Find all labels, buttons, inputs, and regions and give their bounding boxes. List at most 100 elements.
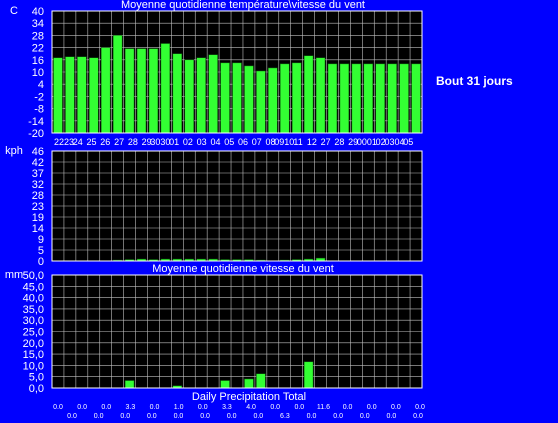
precip-value-label: 11.6 (317, 404, 330, 411)
weather-charts-canvas: 4034282216104-2-8-14-20C Moyenne quotidie… (5, 0, 425, 420)
y-tick-label: 25,0 (23, 327, 44, 339)
x-tick-label: 12 (307, 137, 317, 147)
bar (244, 65, 254, 134)
x-tick-label: 0910 (274, 137, 294, 147)
precip-value-label: 0.0 (227, 413, 237, 420)
y-axis-unit-label: kph (5, 145, 23, 157)
precip-value-label: 3.3 (222, 404, 232, 411)
precip-value-label: 6.3 (280, 413, 290, 420)
x-tick-label: 26 (100, 137, 110, 147)
x-tick-label: 27 (114, 137, 124, 147)
y-tick-label: 15,0 (23, 349, 44, 361)
x-tick-label: 05 (224, 137, 234, 147)
temperature-chart: 4034282216104-2-8-14-20C Moyenne quotidie… (10, 0, 423, 147)
bar (136, 48, 147, 134)
x-tick-label: 25 (87, 137, 97, 147)
x-tick-label: 27 (321, 137, 331, 147)
y-tick-label: 35,0 (23, 304, 44, 316)
precip-value-label: 0.0 (120, 413, 130, 420)
y-tick-label: 30,0 (23, 315, 44, 327)
y-tick-label: -14 (28, 116, 44, 128)
x-tick-label: 24 (73, 137, 83, 147)
y-tick-label: 50,0 (23, 270, 44, 282)
precip-value-label: 0.0 (200, 413, 210, 420)
bar (160, 43, 171, 134)
bar (77, 56, 87, 134)
bar (291, 62, 302, 134)
precip-value-label: 0.0 (307, 413, 317, 420)
precipitation-chart: 50,045,040,035,030,025,020,015,010,05,00… (5, 263, 425, 420)
precip-value-label: 0.0 (413, 413, 423, 420)
bar (232, 62, 242, 134)
precip-value-label: 0.0 (94, 413, 104, 420)
x-tick-label: 2223 (54, 137, 74, 147)
y-tick-label: 0,0 (29, 383, 44, 395)
bar (363, 63, 374, 134)
precip-value-label: 0.0 (101, 404, 111, 411)
bar (112, 35, 123, 134)
bar (220, 380, 230, 389)
bar (148, 48, 159, 134)
bar (315, 57, 326, 134)
x-tick-label: 11 (293, 137, 302, 147)
precip-value-label: 0.0 (150, 404, 160, 411)
x-tick-label: 03 (197, 137, 207, 147)
bar (244, 378, 254, 389)
y-tick-label: 40,0 (23, 293, 44, 305)
precip-value-label: 1.0 (174, 404, 184, 411)
bar (65, 56, 75, 134)
bar (303, 55, 314, 134)
bar (196, 57, 206, 134)
y-tick-label: 22 (32, 43, 44, 55)
bar (339, 63, 350, 134)
bar (399, 63, 409, 134)
bar (387, 63, 397, 134)
bar (53, 57, 63, 134)
precip-value-label: 0.0 (415, 404, 425, 411)
x-tick-label: 3030 (150, 137, 170, 147)
precip-value-label: 3.3 (126, 404, 136, 411)
x-tick-label: 05 (403, 137, 413, 147)
bar (256, 70, 266, 134)
x-tick-label: 01 (169, 137, 179, 147)
bar (327, 63, 338, 134)
bar (351, 63, 362, 134)
chart-title: Moyenne quotidienne température\vitesse … (121, 0, 365, 11)
wind-speed-chart: 4642373228231914950kph (5, 145, 423, 268)
x-tick-label: 28 (128, 137, 138, 147)
y-tick-label: 16 (32, 55, 44, 67)
precip-value-label: 0.0 (387, 413, 397, 420)
bar (184, 59, 194, 134)
bar (124, 380, 135, 389)
x-axis-label: Daily Precipitation Total (192, 391, 306, 403)
bar (208, 54, 218, 134)
y-tick-label: 28 (32, 30, 44, 42)
y-tick-label: 5,0 (29, 372, 44, 384)
x-tick-label: 04 (210, 137, 220, 147)
y-tick-label: 20,0 (23, 338, 44, 350)
y-tick-label: -8 (34, 104, 44, 116)
precip-value-label: 0.0 (343, 404, 353, 411)
precip-value-label: 0.0 (294, 404, 304, 411)
precip-value-label: 0.0 (253, 413, 263, 420)
y-tick-label: -2 (34, 91, 44, 103)
bar (411, 63, 421, 134)
precip-value-label: 4.0 (246, 404, 256, 411)
precip-value-label: 0.0 (333, 413, 343, 420)
y-tick-label: 10 (32, 67, 44, 79)
y-tick-label: 0 (38, 256, 44, 268)
y-tick-label: 45,0 (23, 281, 44, 293)
period-label: Bout 31 jours (436, 74, 513, 88)
x-tick-label: 28 (334, 137, 344, 147)
bar (172, 53, 183, 134)
x-tick-label: 02 (183, 137, 193, 147)
precip-value-label: 0.0 (391, 404, 401, 411)
x-tick-label: 06 (238, 137, 248, 147)
bar (256, 373, 266, 389)
precip-value-label: 0.0 (147, 413, 157, 420)
y-axis-unit-label: mm (5, 269, 23, 281)
precip-value-label: 0.0 (367, 404, 377, 411)
x-tick-label: 0001 (357, 137, 377, 147)
chart-title: Moyenne quotidienne vitesse du vent (152, 263, 334, 275)
bar (268, 67, 278, 134)
